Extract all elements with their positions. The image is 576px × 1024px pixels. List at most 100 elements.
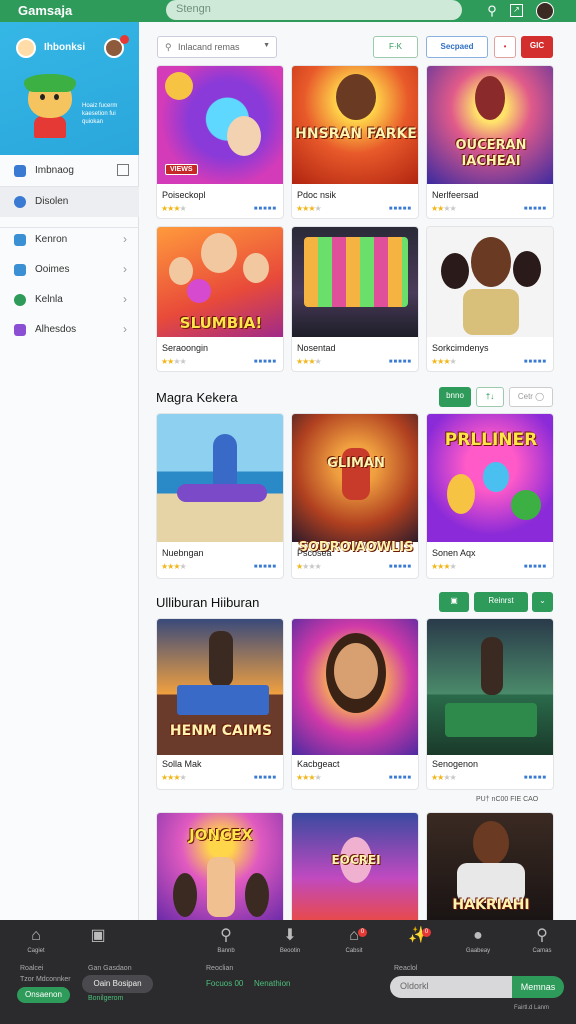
game-card[interactable]: HNSRAN FARKE Pdoc nsik ★★★★ ■■■■■ xyxy=(291,65,419,219)
nav-home[interactable]: ⌂ Cagiet xyxy=(14,926,58,954)
game-card[interactable]: Kacbgeact ★★★★ ■■■■■ xyxy=(291,618,419,790)
sidebar-item-kenron[interactable]: Kenron › xyxy=(0,225,139,255)
game-thumbnail: SLUMBIA! xyxy=(157,227,283,337)
notification-badge: 0 xyxy=(358,928,367,937)
game-meta: ■■■■■ xyxy=(388,564,412,570)
game-thumbnail: EOCREI HOIDSOUNS xyxy=(292,813,418,920)
game-card[interactable]: Sorkcimdenys ★★★★ ■■■■■ xyxy=(426,226,554,372)
nav-profile[interactable]: ● Gaabeay xyxy=(456,926,500,954)
game-title: Poiseckopl xyxy=(162,190,206,200)
sidebar-item-alhesdos[interactable]: Alhesdos › xyxy=(0,315,139,345)
bottom-link[interactable]: Bonilgerom xyxy=(88,995,123,1002)
game-meta: ■■■■■ xyxy=(253,359,277,365)
game-thumbnail: VIEWS xyxy=(157,66,283,184)
avatar[interactable] xyxy=(536,2,554,20)
newsletter-submit-button[interactable]: Memnas xyxy=(512,976,564,998)
nav-gallery[interactable]: ▣ xyxy=(76,926,120,948)
bottom-action-button[interactable]: Onsaenon xyxy=(17,987,70,1003)
alert-button[interactable]: • xyxy=(494,36,516,58)
house-icon: ⌂ xyxy=(349,927,359,944)
sort-button[interactable]: †↓ xyxy=(476,387,504,407)
filter-button[interactable]: Cetr ◯ xyxy=(509,387,553,407)
sidebar-item-label: Kelnla xyxy=(35,294,63,305)
bottom-bar: ⌂ Cagiet ▣ ⚲ Bannb ⬇ Beootin ⌂ 0 Cabsit ✨ 0 ● G… xyxy=(0,920,576,1024)
rating-stars: ★★★★ xyxy=(431,204,457,213)
expand-button[interactable]: ⌄ xyxy=(532,592,553,612)
game-card[interactable]: VIEWS Poiseckopl ★★★★ ■■■■■ xyxy=(156,65,284,219)
nav-zoom[interactable]: ⚲ Camas xyxy=(520,926,564,954)
thumb-icon xyxy=(14,165,26,177)
rating-stars: ★★★★ xyxy=(161,357,187,366)
cube-icon xyxy=(14,264,26,276)
live-button[interactable]: GIC xyxy=(521,36,553,58)
rating-stars: ★★★★ xyxy=(161,773,187,782)
sidebar-item-kelnla[interactable]: Kelnla › xyxy=(0,285,139,315)
bottom-label: Reaclol xyxy=(394,965,418,972)
chevron-right-icon: › xyxy=(123,262,127,276)
nav-download[interactable]: ⬇ Beootin xyxy=(268,926,312,954)
game-card[interactable]: SLUMBIA! Seraoongin ★★★★ ■■■■■ xyxy=(156,226,284,372)
game-meta: ■■■■■ xyxy=(523,564,547,570)
filter-dropdown-label: Inlacand remas xyxy=(178,42,240,52)
sidebar: Ihbonksi Hoaiz fucerm kaesetion fui quio… xyxy=(0,22,139,920)
filter-dropdown[interactable]: ⚲ Inlacand remas ▼ xyxy=(157,36,277,58)
search-icon[interactable]: ⚲ xyxy=(484,3,500,19)
game-title: Nuebngan xyxy=(162,548,204,558)
game-card[interactable]: GLIMAN SODROIAOWLIS Pscosea ★★★★ ■■■■■ xyxy=(291,413,419,579)
game-card[interactable]: Nuebngan ★★★★ ■■■■■ xyxy=(156,413,284,579)
top-search-input[interactable]: Stengn xyxy=(166,0,462,20)
sidebar-username: Ihbonksi xyxy=(44,42,86,53)
sidebar-item-imbnaog[interactable]: Imbnaog xyxy=(0,156,139,186)
avatar[interactable] xyxy=(16,38,36,58)
game-card[interactable]: HAKRIAHI xyxy=(426,812,554,920)
nav-house[interactable]: ⌂ 0 Cabsit xyxy=(332,926,376,954)
fire-icon: ✨ xyxy=(408,927,428,944)
sidebar-item-ooimes[interactable]: Ooimes › xyxy=(0,255,139,285)
game-card[interactable]: Senogenon ★★★★ ■■■■■ xyxy=(426,618,554,790)
section-title: Ulliburan Hiiburan xyxy=(156,595,260,610)
game-thumbnail: JONCEX xyxy=(157,813,283,920)
home-icon: ⌂ xyxy=(31,927,41,944)
game-card[interactable]: JONCEX xyxy=(156,812,284,920)
rating-stars: ★★★★ xyxy=(296,562,322,571)
newsletter-input[interactable]: Oldorkl xyxy=(390,976,512,998)
sidebar-item-label: Alhesdos xyxy=(35,324,77,335)
refresh-button[interactable]: Reinrst xyxy=(474,592,528,612)
app-title: Gamsaja xyxy=(18,3,73,18)
game-thumbnail: PRLLINER xyxy=(427,414,553,542)
bottom-label: Reoclian xyxy=(206,965,234,972)
bottom-link[interactable]: Nenathion xyxy=(254,979,290,988)
bottom-label: Tzor Mdconnker xyxy=(20,976,71,983)
rating-stars: ★★★★ xyxy=(296,357,322,366)
grid-icon[interactable] xyxy=(117,164,129,176)
rating-stars: ★★★★ xyxy=(431,357,457,366)
game-card[interactable]: OUCERAN IACHEAI Nerlfeersad ★★★★ ■■■■■ xyxy=(426,65,554,219)
game-title: Pdoc nsik xyxy=(297,190,337,200)
section-button[interactable]: bnno xyxy=(439,387,471,407)
game-card[interactable]: PRLLINER Sonen Aqx ★★★★ ■■■■■ xyxy=(426,413,554,579)
search-icon: ⚲ xyxy=(220,927,232,944)
nav-search[interactable]: ⚲ Bannb xyxy=(204,926,248,954)
search-button[interactable]: Secpaed xyxy=(426,36,488,58)
rating-stars: ★★★★ xyxy=(161,204,187,213)
game-title: Solla Mak xyxy=(162,759,202,769)
notification-badge: 0 xyxy=(422,928,431,937)
game-card[interactable]: EOCREI HOIDSOUNS xyxy=(291,812,419,920)
view-button[interactable]: ▣ xyxy=(439,592,469,612)
game-card[interactable]: Nosentad ★★★★ ■■■■■ xyxy=(291,226,419,372)
game-card[interactable]: HENM CAIMS Solla Mak ★★★★ ■■■■■ xyxy=(156,618,284,790)
bottom-label: Roalcei xyxy=(20,965,44,972)
chevron-down-icon: ▼ xyxy=(263,42,270,49)
bottom-pill-button[interactable]: Oain Bosipan xyxy=(82,975,153,993)
window-icon[interactable]: ↗ xyxy=(510,4,523,17)
sidebar-item-disolen[interactable]: Disolen xyxy=(0,187,139,217)
game-meta: ■■■■■ xyxy=(523,206,547,212)
nav-fire[interactable]: ✨ 0 xyxy=(396,926,440,948)
filter-button[interactable]: F·K xyxy=(373,36,418,58)
game-meta: ■■■■■ xyxy=(253,775,277,781)
bottom-link[interactable]: Focuos 00 xyxy=(206,979,243,988)
top-bar: Gamsaja Stengn ⚲ ↗ xyxy=(0,0,576,22)
game-title: Sorkcimdenys xyxy=(432,343,489,353)
rating-stars: ★★★★ xyxy=(431,562,457,571)
game-thumbnail xyxy=(427,227,553,337)
